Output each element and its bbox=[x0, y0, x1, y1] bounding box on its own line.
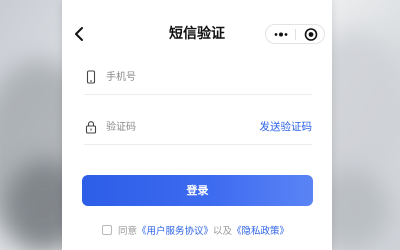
agreement-row: 同意《用户服务协议》以及《隐私政策》 bbox=[102, 224, 289, 240]
target-circle-icon bbox=[304, 28, 318, 41]
close-button[interactable] bbox=[299, 27, 323, 42]
capsule-divider bbox=[295, 29, 296, 40]
user-agreement-link[interactable]: 《用户服务协议》 bbox=[137, 226, 213, 237]
mobile-phone-icon bbox=[86, 70, 96, 84]
more-dots-icon bbox=[274, 32, 288, 37]
app-screen: 短信验证 手机号 验证码 发送验证码 登录 同意《用户服务协议》以及《隐私政策》 bbox=[62, 0, 332, 250]
agreement-conjunction: 以及 bbox=[213, 226, 233, 237]
verification-code-field: 发送验证码 bbox=[84, 110, 312, 145]
lock-icon bbox=[85, 121, 97, 134]
nav-bar: 短信验证 bbox=[62, 0, 332, 44]
more-button[interactable] bbox=[269, 27, 293, 42]
mini-program-capsule bbox=[265, 24, 325, 44]
phone-input[interactable] bbox=[106, 68, 256, 86]
verification-code-input[interactable] bbox=[106, 118, 256, 136]
login-button[interactable]: 登录 bbox=[82, 175, 313, 206]
phone-field bbox=[84, 60, 312, 95]
privacy-policy-link[interactable]: 《隐私政策》 bbox=[232, 226, 289, 237]
send-code-button[interactable]: 发送验证码 bbox=[260, 119, 313, 135]
agreement-prefix: 同意 bbox=[118, 226, 138, 237]
agreement-checkbox[interactable] bbox=[102, 225, 112, 235]
